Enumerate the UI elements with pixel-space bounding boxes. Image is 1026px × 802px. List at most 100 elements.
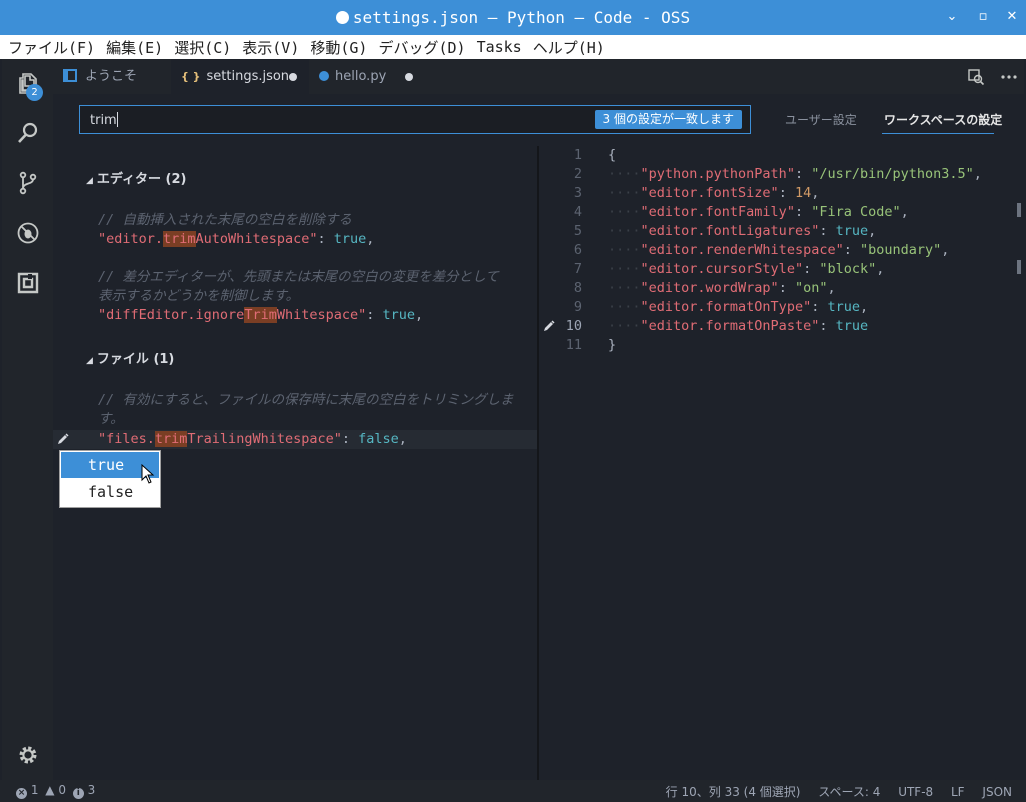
line-number: 4: [573, 204, 582, 220]
active-scope-indicator: [882, 133, 994, 134]
close-brace: }: [608, 337, 617, 353]
line-number: 2: [573, 166, 582, 182]
menu-selection[interactable]: 選択(C): [174, 37, 231, 58]
menu-help[interactable]: ヘルプ(H): [533, 37, 605, 58]
maximize-button[interactable]: ▫: [975, 9, 991, 25]
line-number: 5: [573, 223, 582, 239]
line-number: 10: [565, 318, 582, 334]
setting-key: "editor.renderWhitespace": [640, 242, 844, 258]
error-icon: ×: [16, 788, 27, 799]
code-line[interactable]: ····"editor.cursorStyle": "block",: [608, 260, 884, 279]
tab-welcome[interactable]: ようこそ: [53, 59, 171, 94]
code-line[interactable]: ····"python.pythonPath": "/usr/bin/pytho…: [608, 165, 982, 184]
tab-settings-json[interactable]: { } settings.json: [171, 59, 309, 94]
tab-bar: ようこそ { } settings.json hello.py: [53, 59, 1024, 94]
menu-view[interactable]: 表示(V): [242, 37, 299, 58]
whitespace-marker: ····: [608, 280, 641, 296]
code-line[interactable]: {: [608, 146, 616, 165]
gear-icon[interactable]: [16, 743, 40, 767]
setting-key: "editor.fontSize": [640, 185, 779, 201]
setting-value: true: [827, 299, 860, 315]
window-title: settings.json — Python — Code - OSS: [0, 8, 1026, 27]
setting-comment: // 差分エディターが、先頭または末尾の空白の変更を差分として: [98, 269, 499, 285]
setting-comment: // 自動挿入された末尾の空白を削除する: [98, 212, 352, 228]
warning-icon: ▲: [45, 783, 55, 797]
whitespace-marker: ····: [608, 261, 641, 277]
setting-line-trim-auto-whitespace[interactable]: "editor.trimAutoWhitespace": true,: [98, 230, 374, 249]
setting-value: "Fira Code": [811, 204, 901, 220]
group-files[interactable]: ◢ ファイル (1): [86, 348, 174, 367]
tab-hello-py[interactable]: hello.py: [309, 59, 425, 94]
code-line[interactable]: ····"editor.fontLigatures": true,: [608, 222, 876, 241]
setting-key: "editor.cursorStyle": [640, 261, 804, 277]
menu-bar: ファイル(F) 編集(E) 選択(C) 表示(V) 移動(G) デバッグ(D) …: [0, 35, 1026, 59]
cursor-position[interactable]: 行 10、列 33 (4 個選択): [666, 785, 801, 799]
setting-comment: す。: [98, 411, 124, 427]
activity-bar: [2, 59, 53, 780]
whitespace-marker: ····: [608, 318, 641, 334]
settings-search-input[interactable]: trim 3 個の設定が一致します: [79, 105, 751, 134]
line-number: 6: [573, 242, 582, 258]
extensions-icon[interactable]: [16, 271, 40, 295]
setting-key: "python.pythonPath": [640, 166, 795, 182]
problems-summary[interactable]: × 1 ▲ 0 i 3: [16, 783, 95, 799]
menu-file[interactable]: ファイル(F): [8, 37, 95, 58]
search-icon[interactable]: [16, 121, 40, 145]
collapse-triangle-icon: ◢: [86, 356, 93, 366]
menu-edit[interactable]: 編集(E): [106, 37, 163, 58]
group-editor[interactable]: ◢ エディター (2): [86, 168, 186, 187]
setting-line-ignore-trim-whitespace[interactable]: "diffEditor.ignoreTrimWhitespace": true,: [98, 306, 423, 325]
setting-value: "on": [794, 280, 828, 296]
search-value: trim: [90, 113, 117, 128]
code-line[interactable]: ····"editor.fontFamily": "Fira Code",: [608, 203, 909, 222]
menu-go[interactable]: 移動(G): [310, 37, 367, 58]
code-line[interactable]: ····"editor.wordWrap": "on",: [608, 279, 836, 298]
code-line[interactable]: ····"editor.fontSize": 14,: [608, 184, 819, 203]
search-match-highlight: trim: [154, 431, 188, 447]
language-mode[interactable]: JSON: [982, 785, 1012, 799]
whitespace-marker: ····: [608, 166, 641, 182]
collapse-triangle-icon: ◢: [86, 176, 93, 186]
indentation[interactable]: スペース: 4: [818, 785, 880, 799]
setting-comment: // 有効にすると、ファイルの保存時に末尾の空白をトリミングしま: [98, 392, 514, 408]
text-caret: [116, 112, 118, 127]
source-control-icon[interactable]: [16, 171, 40, 195]
tab-dirty-dot-icon[interactable]: [289, 73, 297, 81]
setting-key: "editor.formatOnType": [640, 299, 812, 315]
open-settings-icon[interactable]: [967, 68, 985, 86]
search-match-highlight: Trim: [244, 307, 277, 323]
edit-pencil-icon[interactable]: [56, 432, 70, 446]
more-actions-icon[interactable]: [1000, 68, 1018, 86]
minimize-button[interactable]: ⌄: [944, 9, 960, 25]
json-icon: { }: [181, 70, 201, 83]
workspace-settings-tab[interactable]: ワークスペースの設定: [884, 111, 1002, 128]
user-settings-tab[interactable]: ユーザー設定: [785, 111, 857, 128]
python-icon: [319, 71, 329, 81]
line-ending[interactable]: LF: [951, 785, 965, 799]
menu-debug[interactable]: デバッグ(D): [378, 37, 465, 58]
debug-icon[interactable]: [16, 221, 40, 245]
code-line[interactable]: }: [608, 336, 616, 355]
code-line[interactable]: ····"editor.renderWhitespace": "boundary…: [608, 241, 949, 260]
menu-tasks[interactable]: Tasks: [477, 38, 522, 56]
line-number: 3: [573, 185, 582, 201]
setting-value: "/usr/bin/python3.5": [811, 166, 974, 182]
setting-value: 14: [794, 185, 812, 201]
match-count-badge: 3 個の設定が一致します: [594, 110, 742, 129]
code-line[interactable]: ····"editor.formatOnType": true,: [608, 298, 868, 317]
whitespace-marker: ····: [608, 185, 641, 201]
close-button[interactable]: ✕: [1004, 9, 1020, 25]
line-number: 9: [573, 299, 582, 315]
unsaved-dot-icon: [335, 11, 349, 24]
tab-dirty-dot-icon[interactable]: [405, 73, 413, 81]
setting-value: "block": [819, 261, 877, 277]
search-match-highlight: trim: [163, 231, 196, 247]
setting-value: "boundary": [859, 242, 942, 258]
scrollbar-marker[interactable]: [1017, 203, 1021, 217]
encoding[interactable]: UTF-8: [898, 785, 933, 799]
setting-comment: 表示するかどうかを制御します。: [98, 288, 300, 304]
whitespace-marker: ····: [608, 223, 641, 239]
setting-line-trim-trailing-whitespace[interactable]: "files.trimTrailingWhitespace": false,: [98, 430, 407, 449]
scrollbar-marker[interactable]: [1017, 260, 1021, 274]
code-line[interactable]: ····"editor.formatOnPaste": true: [608, 317, 868, 336]
